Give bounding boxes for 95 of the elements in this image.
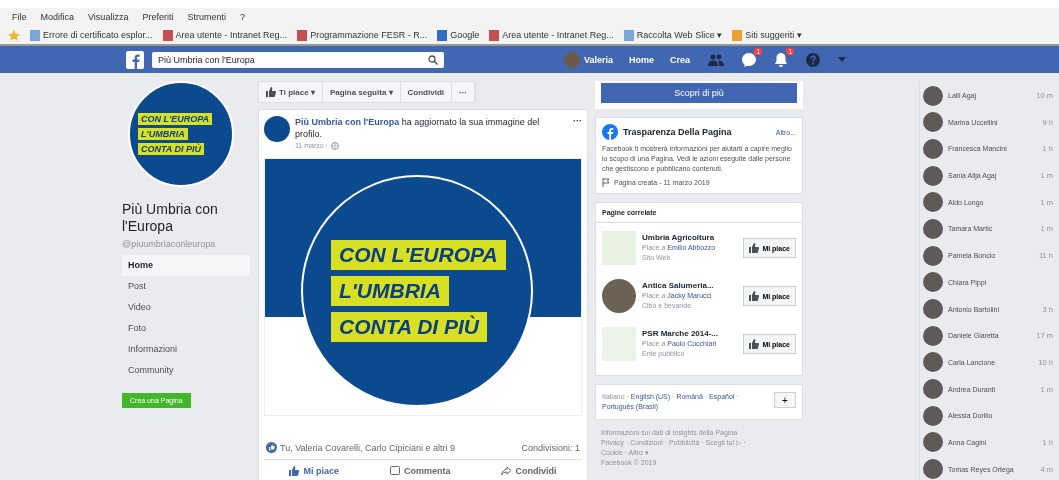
post-text: Più Umbria con l'Europa ha aggiornato la sua immagine del profilo.: [295, 116, 541, 140]
learn-more-button[interactable]: Scopri di più: [601, 83, 797, 103]
nav-tab[interactable]: Home: [122, 255, 250, 276]
avatar-circle[interactable]: [923, 138, 943, 159]
messenger-icon[interactable]: [742, 52, 757, 67]
post-action-button[interactable]: Condividi: [495, 465, 563, 477]
profile-image-post[interactable]: CON L'EUROPA L'UMBRIA CONTA DI PIÙ: [264, 158, 582, 416]
page-name-link[interactable]: Umbria Agricoltura: [642, 233, 738, 243]
menu-item[interactable]: ?: [239, 12, 245, 22]
search-icon[interactable]: [428, 54, 438, 65]
page-title: Più Umbria con l'Europa: [122, 201, 219, 235]
avatar-circle[interactable]: [923, 432, 943, 453]
avatar-circle[interactable]: [923, 272, 943, 293]
bookmark-link[interactable]: Errore di certificato esplor...: [43, 30, 153, 40]
thumbs-up-icon: [749, 243, 760, 253]
menu-item[interactable]: Visualizza: [88, 12, 129, 22]
post-action-button[interactable]: Commenta: [384, 465, 457, 477]
page-name-link[interactable]: PSR Marche 2014-...: [642, 329, 738, 339]
avatar-circle[interactable]: [923, 245, 943, 266]
logo-text: CONTA DI PIÙ: [331, 312, 487, 342]
nav-tab[interactable]: Post: [122, 276, 250, 297]
post-menu[interactable]: ···: [573, 116, 582, 152]
post-action-button[interactable]: Mi piace: [283, 465, 345, 477]
avatar-circle[interactable]: [923, 112, 943, 133]
help-icon[interactable]: [806, 52, 821, 67]
more-button[interactable]: ···: [452, 82, 475, 102]
page-thumbnail[interactable]: [602, 231, 636, 265]
friends-icon[interactable]: [708, 53, 725, 66]
avatar-circle[interactable]: [923, 218, 943, 239]
thumbs-up-icon: [749, 339, 760, 349]
bookmark-link[interactable]: Google: [450, 30, 480, 40]
avatar-circle[interactable]: [923, 405, 943, 426]
reactions-text[interactable]: Tu, Valeria Covarelli, Carlo Cipiciani e altri 9: [280, 442, 456, 453]
like-reaction-icon: [266, 442, 277, 453]
logo-text: CON L'EUROPA: [331, 240, 506, 270]
logo-text: L'UMBRIA: [331, 276, 449, 306]
shares-count[interactable]: Condivisioni: 1: [521, 442, 580, 453]
page-thumbnail[interactable]: [602, 279, 636, 313]
caret-icon[interactable]: [838, 57, 847, 62]
avatar-circle[interactable]: [923, 379, 943, 400]
share-icon: [501, 466, 512, 476]
bookmark-link[interactable]: Programmazione FESR - R...: [310, 30, 428, 40]
avatar-circle[interactable]: [923, 192, 943, 213]
document-icon: [297, 29, 308, 41]
bookmark-link[interactable]: Area utente - Intranet Reg...: [502, 30, 614, 40]
avatar-circle[interactable]: [923, 459, 943, 480]
nav-tab[interactable]: Informazioni: [122, 339, 250, 360]
logo-text: CONTA DI PIÙ: [138, 143, 204, 155]
document-icon: [489, 29, 500, 41]
globe-icon: [330, 142, 339, 150]
thumbs-up-icon: [266, 87, 276, 97]
page-avatar[interactable]: [264, 116, 290, 142]
page-icon: [30, 29, 40, 41]
bookmark-link[interactable]: Raccolta Web Slice ▾: [636, 30, 723, 40]
menu-item[interactable]: Preferiti: [142, 12, 174, 22]
menu-item[interactable]: Modifica: [40, 12, 75, 22]
thumbs-up-icon: [289, 466, 300, 476]
menu-item[interactable]: Strumenti: [187, 12, 226, 22]
card-title: Trasparenza Della Pagina: [623, 127, 732, 137]
thumbs-up-icon: [749, 291, 760, 301]
page-icon: [732, 29, 743, 41]
page-icon: [623, 29, 634, 41]
nav-tab[interactable]: Foto: [122, 318, 250, 339]
action-button[interactable]: Ti piace ▾: [259, 82, 323, 102]
add-language-button[interactable]: +: [774, 392, 796, 408]
avatar-circle[interactable]: [923, 352, 943, 373]
menu-item[interactable]: File: [12, 12, 27, 22]
page-name-link[interactable]: Antica Salumeria...: [642, 281, 738, 291]
bookmark-link[interactable]: Area utente - Intranet Reg...: [175, 30, 288, 40]
favicon-icon: [437, 29, 448, 41]
avatar-circle[interactable]: [923, 85, 943, 106]
page-handle: @piuumbriaconleuropa: [122, 239, 217, 249]
facebook-logo-icon[interactable]: [126, 50, 144, 69]
star-icon[interactable]: [8, 29, 20, 41]
nav-tab[interactable]: Community: [122, 360, 250, 381]
avatar-circle[interactable]: [923, 165, 943, 186]
facebook-icon: [602, 124, 618, 140]
comment-icon: [390, 466, 400, 476]
logo-text: CON L'EUROPA: [138, 113, 212, 125]
profile-picture-logo[interactable]: CON L'EUROPA L'UMBRIA CONTA DI PIÙ: [128, 81, 234, 187]
logo-text: L'UMBRIA: [138, 128, 188, 140]
flag-icon: [602, 178, 611, 187]
profile-link[interactable]: Valeria: [584, 54, 614, 65]
nav-link[interactable]: Crea: [670, 54, 691, 65]
bookmark-link[interactable]: Siti suggeriti ▾: [745, 30, 802, 40]
search-field[interactable]: Più Umbria con l'Europa: [152, 51, 444, 68]
action-button[interactable]: Pagina seguita ▾: [322, 82, 401, 102]
nav-tab[interactable]: Video: [122, 297, 250, 318]
action-button[interactable]: Condividi: [400, 82, 452, 102]
author-link[interactable]: Più Umbria con l'Europa: [295, 117, 400, 127]
avatar-circle[interactable]: [923, 299, 943, 319]
document-icon: [162, 29, 173, 41]
avatar-circle[interactable]: [923, 325, 943, 346]
nav-link[interactable]: Home: [629, 54, 655, 65]
bell-icon[interactable]: [774, 52, 789, 67]
